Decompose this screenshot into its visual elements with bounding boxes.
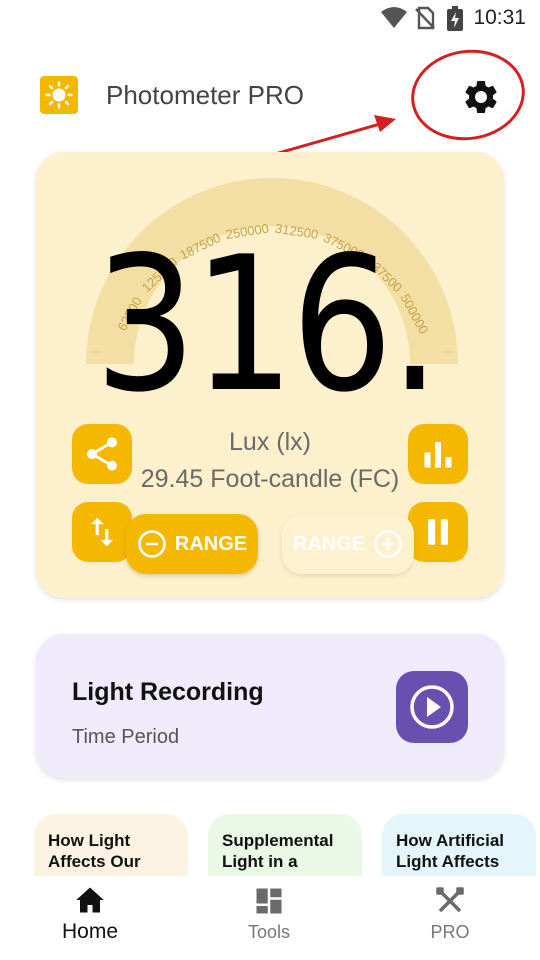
share-button[interactable] [72, 424, 132, 484]
article-title: How Artificial Light Affects [396, 831, 504, 871]
pause-icon [428, 519, 448, 545]
range-increase-button[interactable]: RANGE [282, 514, 414, 574]
meter-card: 62500 125000 187500 250000 312500 375000 43750… [36, 152, 504, 598]
nav-home[interactable]: Home [30, 886, 150, 944]
light-recording-card[interactable]: Light Recording Time Period [36, 634, 504, 778]
minus-circle-icon [138, 530, 166, 558]
dashboard-icon [256, 888, 282, 914]
article-card[interactable]: Supplemental Light in a [208, 814, 362, 876]
share-icon [87, 437, 117, 471]
nav-pro-label: PRO [430, 922, 470, 942]
recording-subtitle: Time Period [72, 726, 180, 748]
recording-title: Light Recording [72, 678, 264, 706]
range-decrease-label: RANGE [174, 532, 248, 555]
range-decrease-button[interactable]: RANGE [126, 514, 258, 574]
nav-tools-label: Tools [247, 922, 291, 942]
swap-button[interactable] [72, 502, 132, 562]
chart-button[interactable] [408, 424, 468, 484]
bar-chart-icon [424, 442, 452, 468]
nav-home-label: Home [61, 920, 119, 943]
pause-button[interactable] [408, 502, 468, 562]
article-title: Supplemental Light in a [222, 831, 334, 871]
tools-cross-icon [436, 887, 464, 913]
bottom-navigation: Home Tools PRO [0, 876, 540, 960]
plus-circle-icon [374, 530, 402, 558]
lux-reading: 316.8 [94, 232, 446, 418]
home-icon [76, 887, 104, 913]
range-increase-label: RANGE [292, 532, 366, 555]
article-card[interactable]: How Artificial Light Affects [382, 814, 536, 876]
article-title: How Light Affects Our [48, 831, 141, 871]
articles-carousel[interactable]: How Light Affects Our Supplemental Light… [0, 814, 540, 876]
article-card[interactable]: How Light Affects Our [34, 814, 188, 876]
nav-pro[interactable]: PRO [390, 886, 510, 943]
play-recording-button[interactable] [396, 671, 468, 743]
swap-vertical-icon [90, 517, 114, 547]
play-circle-icon [410, 685, 454, 729]
nav-tools[interactable]: Tools [209, 886, 329, 943]
